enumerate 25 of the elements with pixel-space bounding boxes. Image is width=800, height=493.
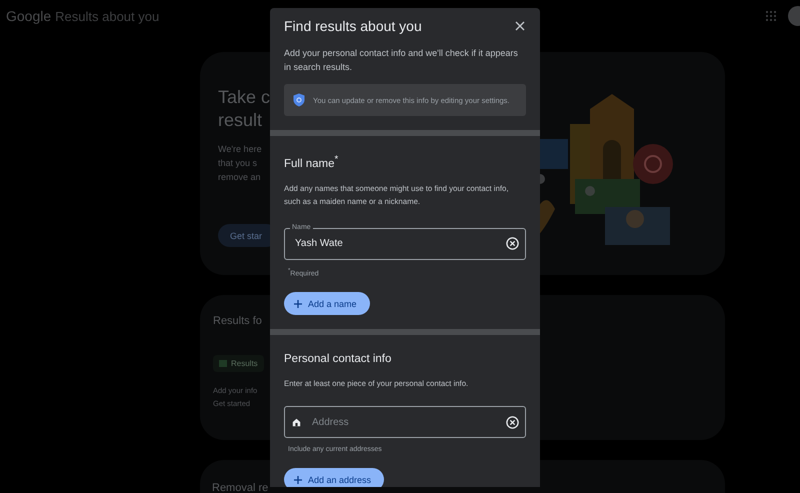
shield-icon [293,93,305,107]
close-icon [515,21,525,31]
plus-icon [294,476,302,484]
section-title: Full name$^{*}$ [284,154,338,170]
address-field[interactable]: Address [284,406,526,438]
clear-icon[interactable] [506,416,519,429]
dialog-title: Find results about you [284,18,422,34]
plus-icon [294,300,302,308]
hero-text-line: remove an [218,171,262,184]
name-field[interactable]: Yash Wate [284,228,526,260]
hero-text-line: that you s [218,157,258,170]
hero-heading-line: result [218,109,264,132]
home-icon [292,418,301,427]
add-button[interactable]: Add a name [284,292,370,316]
hero-text-line: We're here [218,143,263,156]
clear-icon[interactable] [506,237,519,250]
section-title: Personal contact info [284,353,392,366]
add-button[interactable]: Add an address [284,468,384,487]
card-title: Removal re [212,482,268,493]
page-title: Results about you [55,9,160,24]
card-title: Results fo [213,315,262,327]
results-chip[interactable]: Results [213,355,264,372]
intro-text: Add your personal contact info and we'll check if it appears in search results. [284,47,519,74]
hero-heading-line: Take c [218,86,272,109]
close-button[interactable] [513,19,527,33]
